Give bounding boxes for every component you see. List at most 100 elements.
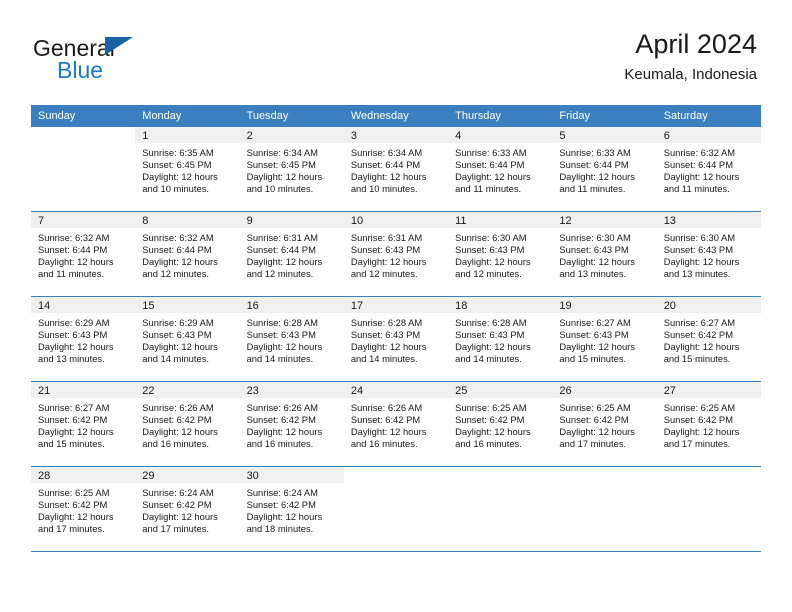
page-header: General Blue April 2024 Keumala, Indones… xyxy=(0,0,792,104)
calendar-day-cell[interactable]: 4 Sunrise: 6:33 AM Sunset: 6:44 PM Daylight… xyxy=(448,127,553,212)
calendar-day-cell[interactable]: 22 Sunrise: 6:26 AM Sunset: 6:42 PM Dayligh… xyxy=(135,381,240,467)
sunrise-text: Sunrise: 6:28 AM xyxy=(350,317,423,328)
sunrise-text: Sunrise: 6:24 AM xyxy=(246,487,318,498)
day-number xyxy=(552,467,657,483)
day-number: 2 xyxy=(239,127,344,143)
calendar-day-cell[interactable]: 9 Sunrise: 6:31 AM Sunset: 6:44 PM Daylight… xyxy=(239,211,344,297)
calendar-day-cell[interactable]: 10 Sunrise: 6:31 AM Sunset: 6:43 PM Dayligh… xyxy=(343,211,449,297)
day-number: 28 xyxy=(31,467,136,483)
calendar-day-cell[interactable]: 20 Sunrise: 6:27 AM Sunset: 6:42 PM Dayligh… xyxy=(656,296,761,382)
sunset-text: Sunset: 6:43 PM xyxy=(559,329,629,341)
sunset-text: Sunset: 6:42 PM xyxy=(246,414,316,426)
day-cell-inner: 15 Sunrise: 6:29 AM Sunset: 6:43 PM Dayligh… xyxy=(135,297,240,381)
day-cell-inner: 23 Sunrise: 6:26 AM Sunset: 6:42 PM Dayligh… xyxy=(239,382,344,466)
weekday-header-thursday: Thursday xyxy=(448,105,553,127)
day-number: 6 xyxy=(656,127,761,143)
calendar-day-cell[interactable]: 16 Sunrise: 6:28 AM Sunset: 6:43 PM Dayligh… xyxy=(239,296,344,382)
day-cell-inner: 29 Sunrise: 6:24 AM Sunset: 6:42 PM Dayligh… xyxy=(135,467,240,551)
calendar-day-cell[interactable]: 5 Sunrise: 6:33 AM Sunset: 6:44 PM Daylight… xyxy=(552,127,657,212)
day-cell-inner: 1 Sunrise: 6:35 AM Sunset: 6:45 PM Daylight… xyxy=(135,127,240,211)
calendar-day-cell[interactable]: 18 Sunrise: 6:28 AM Sunset: 6:43 PM Dayligh… xyxy=(448,296,553,382)
day-number: 10 xyxy=(343,212,449,228)
calendar-week-row: 7 Sunrise: 6:32 AM Sunset: 6:44 PM Daylight… xyxy=(31,211,761,297)
calendar-day-cell[interactable]: 29 Sunrise: 6:24 AM Sunset: 6:42 PM Dayligh… xyxy=(135,466,240,552)
daylight-text-line2: and 14 minutes. xyxy=(142,353,209,365)
sunrise-text: Sunrise: 6:26 AM xyxy=(246,402,318,413)
calendar-day-cell[interactable]: 13 Sunrise: 6:30 AM Sunset: 6:43 PM Dayligh… xyxy=(656,211,761,297)
calendar-day-cell[interactable]: 3 Sunrise: 6:34 AM Sunset: 6:44 PM Daylight… xyxy=(343,127,449,212)
day-number: 15 xyxy=(135,297,240,313)
calendar-day-cell[interactable]: 17 Sunrise: 6:28 AM Sunset: 6:43 PM Dayligh… xyxy=(343,296,449,382)
calendar-day-cell[interactable]: 6 Sunrise: 6:32 AM Sunset: 6:44 PM Daylight… xyxy=(656,127,761,212)
calendar-day-cell[interactable]: 15 Sunrise: 6:29 AM Sunset: 6:43 PM Dayligh… xyxy=(135,296,240,382)
sunset-text: Sunset: 6:44 PM xyxy=(246,244,316,256)
logo-text-blue: Blue xyxy=(57,57,104,83)
daylight-text-line2: and 17 minutes. xyxy=(38,523,105,535)
daylight-text-line1: Daylight: 12 hours xyxy=(455,171,531,183)
sunset-text: Sunset: 6:42 PM xyxy=(38,499,108,511)
calendar-day-cell[interactable]: 14 Sunrise: 6:29 AM Sunset: 6:43 PM Dayligh… xyxy=(31,296,136,382)
calendar-day-cell[interactable]: 1 Sunrise: 6:35 AM Sunset: 6:45 PM Daylight… xyxy=(135,127,240,212)
daylight-text-line1: Daylight: 12 hours xyxy=(559,171,635,183)
calendar-day-cell[interactable]: 8 Sunrise: 6:32 AM Sunset: 6:44 PM Daylight… xyxy=(135,211,240,297)
sunrise-text: Sunrise: 6:34 AM xyxy=(350,147,423,158)
daylight-text-line1: Daylight: 12 hours xyxy=(246,511,323,523)
calendar-day-cell[interactable]: 12 Sunrise: 6:30 AM Sunset: 6:43 PM Dayligh… xyxy=(552,211,657,297)
sunrise-text: Sunrise: 6:26 AM xyxy=(350,402,423,413)
calendar-day-cell[interactable]: 27 Sunrise: 6:25 AM Sunset: 6:42 PM Dayligh… xyxy=(656,381,761,467)
daylight-text-line1: Daylight: 12 hours xyxy=(142,511,218,523)
sunset-text: Sunset: 6:42 PM xyxy=(663,414,733,426)
calendar-day-cell[interactable]: 24 Sunrise: 6:26 AM Sunset: 6:42 PM Dayligh… xyxy=(343,381,449,467)
weekday-header-friday: Friday xyxy=(552,105,657,127)
day-number: 5 xyxy=(552,127,657,143)
sunset-text: Sunset: 6:42 PM xyxy=(559,414,629,426)
daylight-text-line1: Daylight: 12 hours xyxy=(559,256,635,268)
calendar-day-cell xyxy=(448,466,553,552)
calendar-day-cell xyxy=(552,466,657,552)
day-cell-inner: 14 Sunrise: 6:29 AM Sunset: 6:43 PM Dayligh… xyxy=(31,297,136,381)
day-number xyxy=(31,127,136,143)
daylight-text-line2: and 14 minutes. xyxy=(350,353,418,365)
daylight-text-line1: Daylight: 12 hours xyxy=(350,171,427,183)
daylight-text-line2: and 14 minutes. xyxy=(246,353,314,365)
calendar-day-cell[interactable]: 21 Sunrise: 6:27 AM Sunset: 6:42 PM Dayligh… xyxy=(31,381,136,467)
sunrise-text: Sunrise: 6:32 AM xyxy=(142,232,214,243)
day-sun-details: Sunrise: 6:33 AM Sunset: 6:44 PM Daylight:… xyxy=(448,143,552,195)
day-number: 23 xyxy=(239,382,344,398)
day-number: 24 xyxy=(343,382,449,398)
sunset-text: Sunset: 6:45 PM xyxy=(246,159,316,171)
calendar-day-cell[interactable]: 19 Sunrise: 6:27 AM Sunset: 6:43 PM Dayligh… xyxy=(552,296,657,382)
day-sun-details: Sunrise: 6:25 AM Sunset: 6:42 PM Daylight:… xyxy=(448,398,552,450)
day-cell-inner: 6 Sunrise: 6:32 AM Sunset: 6:44 PM Daylight… xyxy=(656,127,761,211)
day-number: 29 xyxy=(135,467,240,483)
daylight-text-line1: Daylight: 12 hours xyxy=(350,426,427,438)
calendar-day-cell[interactable]: 2 Sunrise: 6:34 AM Sunset: 6:45 PM Daylight… xyxy=(239,127,344,212)
calendar-week-row: 28 Sunrise: 6:25 AM Sunset: 6:42 PM Dayligh… xyxy=(31,466,761,552)
daylight-text-line2: and 12 minutes. xyxy=(455,268,522,280)
day-sun-details: Sunrise: 6:26 AM Sunset: 6:42 PM Daylight:… xyxy=(240,398,344,450)
sunrise-text: Sunrise: 6:26 AM xyxy=(142,402,214,413)
calendar-day-cell[interactable]: 28 Sunrise: 6:25 AM Sunset: 6:42 PM Dayligh… xyxy=(31,466,136,552)
day-sun-details: Sunrise: 6:27 AM Sunset: 6:43 PM Daylight:… xyxy=(552,313,656,365)
calendar-day-cell[interactable]: 11 Sunrise: 6:30 AM Sunset: 6:43 PM Dayligh… xyxy=(448,211,553,297)
daylight-text-line2: and 18 minutes. xyxy=(246,523,314,535)
weekday-header-tuesday: Tuesday xyxy=(239,105,344,127)
calendar-grid: Sunday Monday Tuesday Wednesday Thursday… xyxy=(31,105,761,552)
day-number: 19 xyxy=(552,297,657,313)
day-sun-details: Sunrise: 6:26 AM Sunset: 6:42 PM Daylight:… xyxy=(135,398,239,450)
daylight-text-line2: and 11 minutes. xyxy=(455,183,522,195)
daylight-text-line2: and 15 minutes. xyxy=(38,438,105,450)
day-cell-inner: 3 Sunrise: 6:34 AM Sunset: 6:44 PM Daylight… xyxy=(343,127,449,211)
daylight-text-line2: and 10 minutes. xyxy=(246,183,314,195)
calendar-day-cell[interactable]: 7 Sunrise: 6:32 AM Sunset: 6:44 PM Daylight… xyxy=(31,211,136,297)
day-cell-inner: 5 Sunrise: 6:33 AM Sunset: 6:44 PM Daylight… xyxy=(552,127,657,211)
day-sun-details: Sunrise: 6:24 AM Sunset: 6:42 PM Daylight:… xyxy=(240,483,344,535)
calendar-day-cell[interactable]: 25 Sunrise: 6:25 AM Sunset: 6:42 PM Dayligh… xyxy=(448,381,553,467)
calendar-day-cell[interactable]: 26 Sunrise: 6:25 AM Sunset: 6:42 PM Dayligh… xyxy=(552,381,657,467)
day-number: 12 xyxy=(552,212,657,228)
calendar-day-cell[interactable]: 30 Sunrise: 6:24 AM Sunset: 6:42 PM Dayligh… xyxy=(239,466,344,552)
calendar-day-cell[interactable]: 23 Sunrise: 6:26 AM Sunset: 6:42 PM Dayligh… xyxy=(239,381,344,467)
day-cell-inner xyxy=(552,467,657,551)
daylight-text-line2: and 11 minutes. xyxy=(38,268,105,280)
day-cell-inner: 28 Sunrise: 6:25 AM Sunset: 6:42 PM Dayligh… xyxy=(31,467,136,551)
